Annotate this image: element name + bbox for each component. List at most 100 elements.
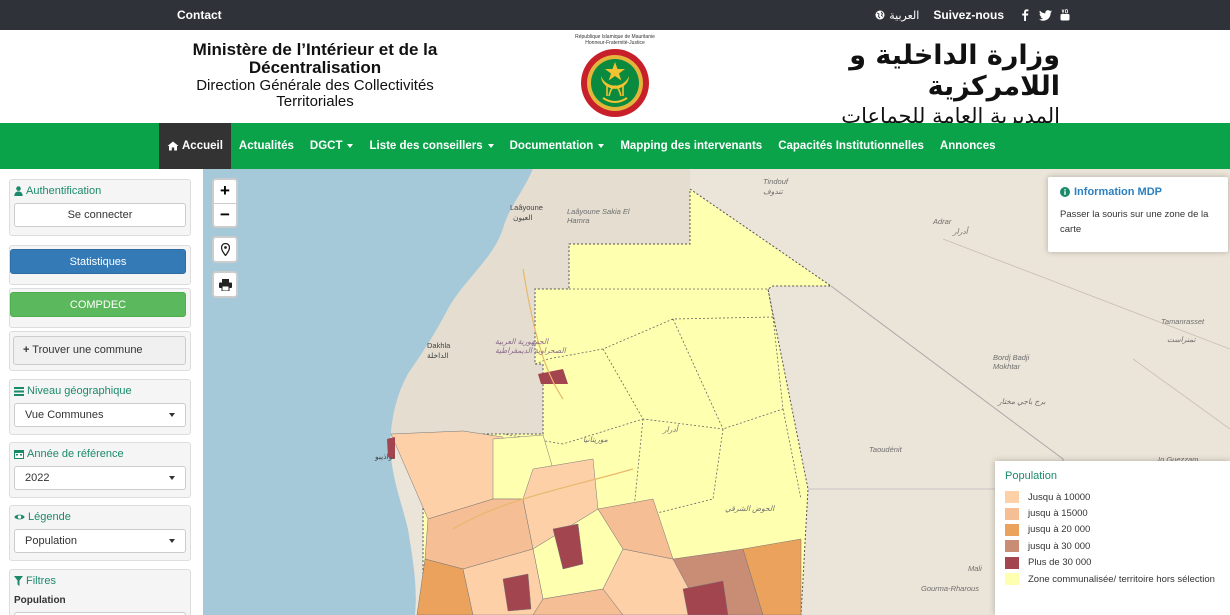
place-label: موريتانيا <box>583 435 608 444</box>
info-box: Information MDP Passer la souris sur une… <box>1048 177 1228 252</box>
compdec-button[interactable]: COMPDEC <box>10 292 186 317</box>
facebook-icon[interactable] <box>1018 8 1032 22</box>
zoom-out-button[interactable]: − <box>214 203 236 226</box>
sidebar: Authentification Se connecter Statistiqu… <box>0 169 203 615</box>
place-label: Tamanrasset <box>1161 317 1205 326</box>
main-navbar: Accueil Actualités DGCT Liste des consei… <box>0 123 1230 169</box>
chevron-down-icon <box>169 476 175 480</box>
place-label: تندوف <box>763 187 783 196</box>
legend-item: Zone communalisée/ territoire hors sélec… <box>1005 571 1220 587</box>
legend-value: Population <box>25 535 77 547</box>
nav-menu: Accueil Actualités DGCT Liste des consei… <box>159 123 1003 169</box>
filters-title: Filtres <box>10 570 190 587</box>
place-label: الجمهورية العربية الصحراوية الديمقراطية <box>495 337 566 355</box>
geo-level-select[interactable]: Vue Communes <box>14 403 186 427</box>
nav-label-dgct: DGCT <box>309 140 343 152</box>
legend-item-label: jusqu à 15000 <box>1028 508 1088 520</box>
place-label: Tindouf <box>763 177 788 186</box>
top-bar: Contact العربية Suivez-nous <box>0 0 1230 30</box>
contact-link[interactable]: Contact <box>177 8 222 22</box>
nav-item-accueil[interactable]: Accueil <box>159 123 231 169</box>
legend-item: Plus de 30 000 <box>1005 555 1220 571</box>
place-label: أدرار <box>663 425 678 434</box>
nav-item-mapping[interactable]: Mapping des intervenants <box>612 123 770 169</box>
nav-label-capacites: Capacités Institutionnelles <box>778 140 924 152</box>
geo-level-panel: Niveau géographique Vue Communes <box>9 379 191 435</box>
place-label: Laâyoune Sakia El Hamra <box>567 207 630 225</box>
year-value: 2022 <box>25 472 50 484</box>
nav-item-capacites[interactable]: Capacités Institutionnelles <box>770 123 932 169</box>
zoom-control: + − <box>212 178 238 228</box>
legend-title-text: Légende <box>28 511 71 523</box>
print-button[interactable] <box>212 271 238 298</box>
legend-rows: Jusqu à 10000 jusqu à 15000 jusqu à 20 000… <box>1005 489 1220 587</box>
filter-population-label: Population <box>14 595 66 606</box>
place-label: Laâyoune <box>510 203 543 212</box>
home-icon <box>167 141 179 151</box>
legend-swatch <box>1005 491 1019 504</box>
legend-item-label: jusqu à 20 000 <box>1028 524 1091 536</box>
place-label: أدرار <box>953 227 968 236</box>
nav-label-actualites: Actualités <box>238 140 294 152</box>
geo-level-title: Niveau géographique <box>10 380 190 397</box>
place-label: نواذيبو <box>375 452 395 461</box>
year-title: Année de référence <box>10 443 190 460</box>
filters-panel: Filtres Population <box>9 569 191 615</box>
find-commune-button[interactable]: + Trouver une commune <box>13 336 186 365</box>
nav-label-accueil: Accueil <box>182 140 223 152</box>
legend-swatch <box>1005 507 1019 520</box>
nav-item-dgct[interactable]: DGCT <box>302 123 362 169</box>
legend-item: jusqu à 15000 <box>1005 505 1220 521</box>
caret-down-icon <box>598 144 605 148</box>
place-label: الداخلة <box>427 351 449 360</box>
chevron-down-icon <box>169 539 175 543</box>
place-label: Bordj Badji Mokhtar <box>993 353 1030 371</box>
ministry-name-line2: Décentralisation <box>248 58 382 78</box>
twitter-icon[interactable] <box>1038 8 1052 22</box>
language-switch[interactable]: العربية <box>875 9 919 22</box>
auth-panel-title: Authentification <box>10 180 190 197</box>
filter-icon <box>14 576 23 586</box>
geo-level-value: Vue Communes <box>25 409 104 421</box>
chevron-down-icon <box>169 413 175 417</box>
nav-label-documentation: Documentation <box>509 140 594 152</box>
nav-item-annonces[interactable]: Annonces <box>932 123 1004 169</box>
place-label: Mali <box>968 564 982 573</box>
year-select[interactable]: 2022 <box>14 466 186 490</box>
auth-title-text: Authentification <box>26 185 102 197</box>
legend-swatch <box>1005 523 1019 536</box>
direction-name-line2: Territoriales <box>276 92 354 110</box>
login-button[interactable]: Se connecter <box>14 203 186 227</box>
statistics-button[interactable]: Statistiques <box>10 249 186 274</box>
place-label: Adrar <box>933 217 952 226</box>
locate-button[interactable] <box>212 236 238 263</box>
filters-title-text: Filtres <box>26 575 56 587</box>
seal-emblem-icon <box>581 49 649 117</box>
nav-item-documentation[interactable]: Documentation <box>502 123 613 169</box>
info-icon <box>1060 187 1070 197</box>
nav-label-annonces: Annonces <box>939 140 996 152</box>
legend-swatch <box>1005 540 1019 553</box>
legend-swatch <box>1005 556 1019 569</box>
print-icon <box>218 278 232 291</box>
year-title-text: Année de référence <box>27 448 124 460</box>
legend-item-label: Zone communalisée/ territoire hors sélec… <box>1028 573 1215 585</box>
legend-item-label: jusqu à 30 000 <box>1028 540 1091 552</box>
nav-item-conseillers[interactable]: Liste des conseillers <box>361 123 501 169</box>
place-label: الحوض الشرقي <box>725 504 775 513</box>
globe-icon <box>875 10 885 20</box>
info-box-body: Passer la souris sur une zone de la cart… <box>1060 209 1209 235</box>
zoom-in-button[interactable]: + <box>214 180 236 203</box>
nav-item-actualites[interactable]: Actualités <box>231 123 302 169</box>
map-marker-icon <box>220 243 230 256</box>
site-header: Ministère de l’Intérieur et de la Décent… <box>0 30 1230 152</box>
top-bar-right: العربية Suivez-nous <box>875 8 1072 22</box>
legend-select[interactable]: Population <box>14 529 186 553</box>
youtube-icon[interactable] <box>1058 8 1072 22</box>
ministry-name-ar: وزارة الداخلية و اللامركزية <box>849 40 1060 102</box>
info-box-title: Information MDP <box>1060 186 1216 198</box>
map-view[interactable]: Tindouf تندوف Laâyoune العيون Laâyoune S… <box>203 169 1230 615</box>
direction-name-line1: Direction Générale des Collectivités <box>196 76 434 94</box>
national-seal: République Islamique de Mauritanie Honne… <box>565 34 665 121</box>
legend-swatch <box>1005 573 1019 586</box>
